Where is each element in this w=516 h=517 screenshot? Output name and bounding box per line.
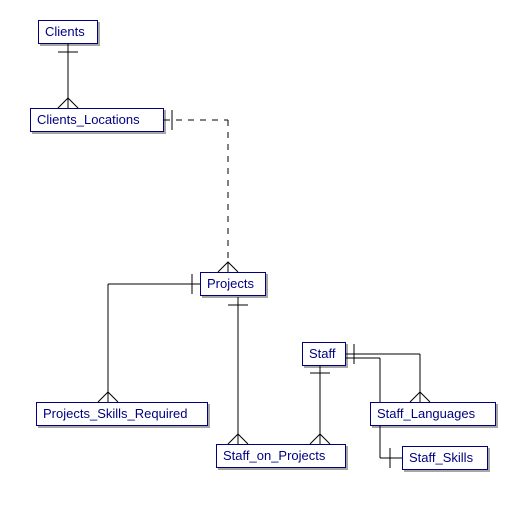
entity-label: Staff_Languages [371, 403, 495, 424]
entity-label: Staff_Skills [403, 447, 487, 468]
entity-label: Staff_on_Projects [217, 445, 345, 466]
entity-label: Clients_Locations [31, 109, 163, 130]
entity-label: Projects_Skills_Required [37, 403, 207, 424]
entity-label: Clients [39, 21, 97, 42]
entity-label: Projects [201, 273, 265, 294]
entity-staff[interactable]: Staff [302, 342, 346, 366]
entity-staff-skills[interactable]: Staff_Skills [402, 446, 488, 470]
entity-clients[interactable]: Clients [38, 20, 98, 44]
entity-label: Staff [303, 343, 345, 364]
entity-projects[interactable]: Projects [200, 272, 266, 296]
entity-staff-on-projects[interactable]: Staff_on_Projects [216, 444, 346, 468]
entity-clients-locations[interactable]: Clients_Locations [30, 108, 164, 132]
entity-staff-languages[interactable]: Staff_Languages [370, 402, 496, 426]
entity-projects-skills-required[interactable]: Projects_Skills_Required [36, 402, 208, 426]
